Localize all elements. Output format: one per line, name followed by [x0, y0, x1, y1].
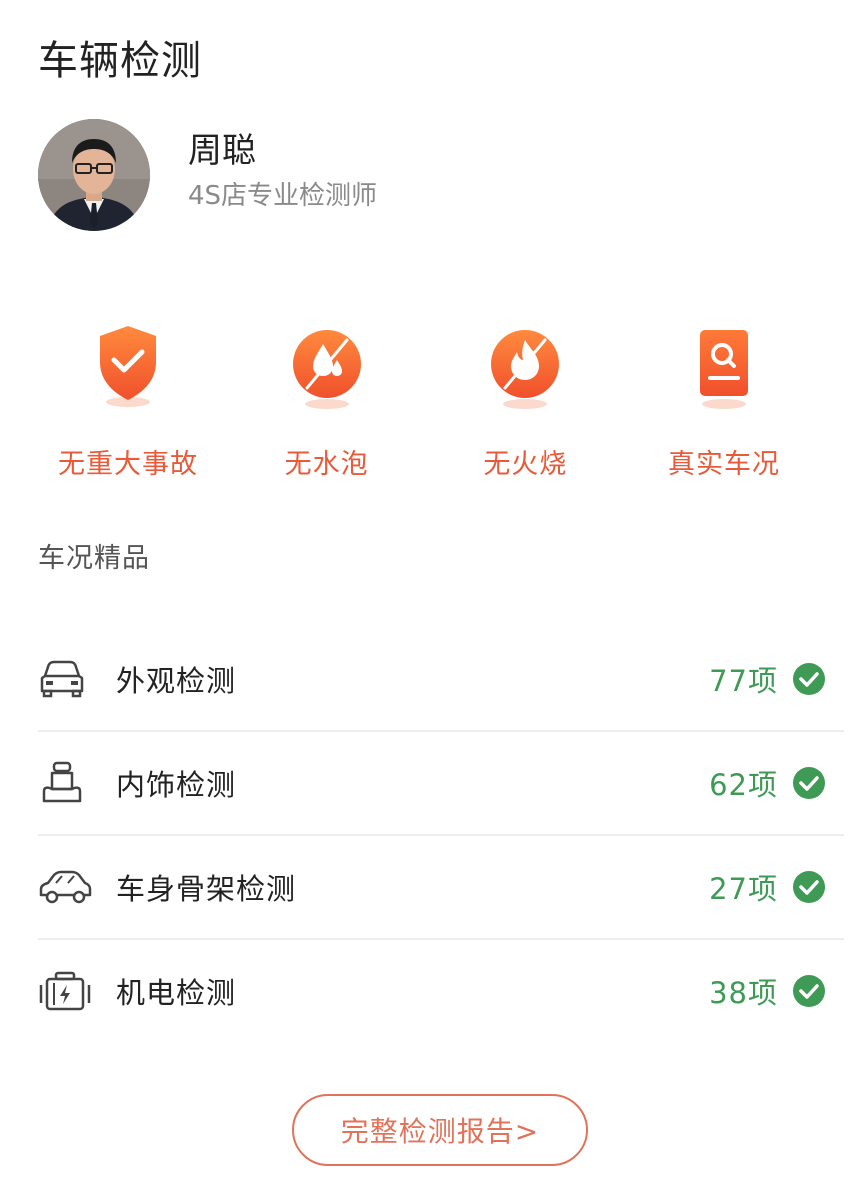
inspector-name: 周聪	[188, 131, 256, 171]
inspection-list: 外观检测 77项 内饰检测 62项 车身骨架检测 27项 机电检测 38项	[38, 628, 844, 1042]
check-circle-icon	[793, 767, 825, 799]
car-front-icon	[38, 655, 94, 703]
badge-label: 无水泡	[284, 449, 369, 480]
check-row-electromechanical[interactable]: 机电检测 38项	[38, 940, 844, 1042]
check-circle-icon	[793, 975, 825, 1007]
check-count: 62项	[709, 768, 778, 802]
car-seat-icon	[38, 759, 94, 807]
badge-no-major-accident[interactable]: 无重大事故	[28, 318, 228, 481]
check-count: 77项	[709, 664, 778, 698]
check-label: 外观检测	[116, 664, 237, 698]
page-title: 车辆检测	[38, 38, 202, 84]
badge-label: 真实车况	[667, 449, 780, 480]
badge-label: 无重大事故	[58, 449, 198, 480]
inspector-title: 4S店专业检测师	[188, 181, 378, 211]
check-row-frame[interactable]: 车身骨架检测 27项	[38, 836, 844, 940]
guarantee-badges: 无重大事故 无水泡 无火烧 真实车况	[38, 318, 814, 481]
car-body-icon	[38, 863, 94, 911]
full-report-button[interactable]: 完整检测报告>	[292, 1094, 588, 1166]
check-label: 车身骨架检测	[116, 872, 297, 906]
battery-icon	[38, 967, 94, 1015]
check-row-exterior[interactable]: 外观检测 77项	[38, 628, 844, 732]
inspector-card: 周聪 4S店专业检测师	[38, 118, 377, 232]
badge-no-fire[interactable]: 无火烧	[425, 318, 625, 481]
check-label: 机电检测	[116, 976, 237, 1010]
no-fire-icon	[483, 318, 567, 414]
check-circle-icon	[793, 871, 825, 903]
avatar	[38, 119, 150, 231]
report-search-icon	[682, 318, 766, 414]
shield-check-icon	[86, 318, 170, 414]
check-count: 38项	[709, 976, 778, 1010]
badge-label: 无火烧	[483, 449, 568, 480]
section-title: 车况精品	[38, 543, 150, 574]
check-row-interior[interactable]: 内饰检测 62项	[38, 732, 844, 836]
check-circle-icon	[793, 663, 825, 695]
check-label: 内饰检测	[116, 768, 237, 802]
check-count: 27项	[709, 872, 778, 906]
badge-no-flood[interactable]: 无水泡	[227, 318, 427, 481]
badge-real-condition[interactable]: 真实车况	[624, 318, 824, 481]
no-water-icon	[285, 318, 369, 414]
